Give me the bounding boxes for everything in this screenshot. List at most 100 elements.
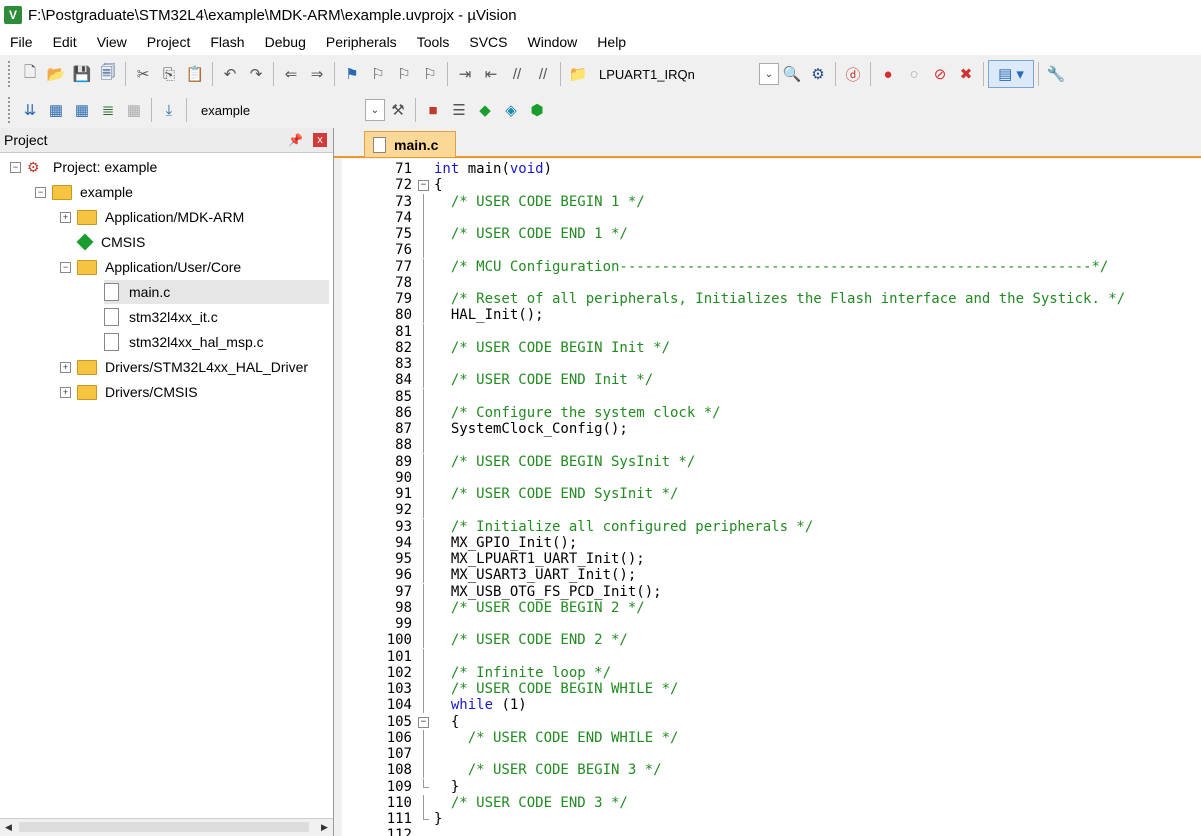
find-in-files-icon[interactable]: 📁	[565, 61, 591, 87]
bookmark-next-icon[interactable]: ⚐	[391, 61, 417, 87]
uncomment-icon[interactable]: //	[530, 61, 556, 87]
pack-installer-icon[interactable]: ⬢	[524, 97, 550, 123]
navigate-forward-icon[interactable]: ⇒	[304, 61, 330, 87]
function-combo[interactable]: LPUART1_IRQn ⌄	[593, 63, 779, 85]
manage-multi-project-icon[interactable]: ☰	[446, 97, 472, 123]
scrollbar-thumb[interactable]	[19, 822, 309, 832]
bookmark-toggle-icon[interactable]: ⚑	[339, 61, 365, 87]
stop-build-icon[interactable]: ▦	[121, 97, 147, 123]
paste-icon[interactable]: 📋	[182, 61, 208, 87]
line-number: 102	[386, 664, 412, 681]
target-combo[interactable]: example ⌄	[195, 99, 385, 121]
fold-guide	[423, 746, 424, 762]
code-token: (1)	[493, 697, 527, 714]
navigate-back-icon[interactable]: ⇐	[278, 61, 304, 87]
toolbar-grip[interactable]	[8, 97, 13, 123]
code-token: MX_USART3_UART_Init();	[434, 567, 637, 584]
select-software-packs-icon[interactable]: ◈	[498, 97, 524, 123]
copy-icon[interactable]: ⎘	[156, 61, 182, 87]
menu-flash[interactable]: Flash	[200, 30, 254, 55]
rebuild-icon[interactable]: ▦	[69, 97, 95, 123]
comment-token: /* USER CODE END 1 */	[450, 226, 628, 242]
debug-session-icon[interactable]: ⓓ	[840, 61, 866, 87]
batch-build-icon[interactable]: ≣	[95, 97, 121, 123]
collapse-icon[interactable]: −	[60, 261, 71, 273]
download-load-icon[interactable]: ⤓	[156, 97, 182, 123]
code-editor[interactable]: 71 int main(void) 72−{73 /* USER CODE BEGI…	[342, 159, 1201, 836]
collapse-icon[interactable]: −	[35, 186, 46, 198]
expand-icon[interactable]: +	[60, 361, 71, 373]
unindent-icon[interactable]: ⇤	[478, 61, 504, 87]
tree-item-file-main-c[interactable]: main.c	[104, 280, 329, 304]
tab-main-c[interactable]: main.c	[364, 131, 456, 157]
chevron-down-icon[interactable]: ⌄	[365, 99, 385, 121]
bookmark-prev-icon[interactable]: ⚐	[365, 61, 391, 87]
tree-item-group-drivers-hal[interactable]: + Drivers/STM32L4xx_HAL_Driver	[60, 355, 308, 379]
fold-guide	[423, 437, 424, 454]
manage-run-time-environment-icon[interactable]: ◆	[472, 97, 498, 123]
tree-item-group-drivers-cmsis[interactable]: + Drivers/CMSIS	[60, 380, 198, 404]
target-options-icon[interactable]: ⚒	[385, 97, 411, 123]
expand-icon[interactable]: +	[60, 386, 71, 398]
bookmark-clear-icon[interactable]: ⚐	[417, 61, 443, 87]
close-icon[interactable]: x	[313, 133, 327, 147]
cut-icon[interactable]: ✂	[130, 61, 156, 87]
breakpoint-enable-icon[interactable]: ○	[901, 61, 927, 87]
fold-guide	[423, 794, 424, 811]
tree-item-file-stm32l4xx-it-c[interactable]: stm32l4xx_it.c	[104, 305, 218, 329]
tree-item-group-application-mdk-arm[interactable]: + Application/MDK-ARM	[60, 205, 244, 229]
tree-item-label: Application/MDK-ARM	[105, 209, 245, 225]
window-layout-icon[interactable]: ▤ ▾	[988, 60, 1034, 88]
menu-debug[interactable]: Debug	[255, 30, 316, 55]
menu-svcs[interactable]: SVCS	[459, 30, 517, 55]
menu-window[interactable]: Window	[518, 30, 588, 55]
breakpoint-insert-icon[interactable]: ●	[875, 61, 901, 87]
translate-icon[interactable]: ⇊	[17, 97, 43, 123]
line-number: 100	[386, 632, 412, 649]
menu-edit[interactable]: Edit	[43, 30, 87, 55]
horizontal-scrollbar[interactable]: ◀ ▶	[0, 818, 333, 836]
find-icon[interactable]: ⚙	[805, 61, 831, 87]
build-icon[interactable]: ▦	[43, 97, 69, 123]
menu-peripherals[interactable]: Peripherals	[316, 30, 407, 55]
collapse-icon[interactable]: −	[10, 161, 21, 173]
tree-item-target-example[interactable]: − example	[35, 180, 133, 204]
redo-icon[interactable]: ↷	[243, 61, 269, 87]
fold-collapse-icon[interactable]: −	[418, 180, 429, 192]
undo-icon[interactable]: ↶	[217, 61, 243, 87]
line-number: 71	[395, 161, 412, 177]
scroll-left-icon[interactable]: ◀	[0, 819, 17, 836]
chevron-down-icon[interactable]: ⌄	[759, 63, 779, 85]
tree-item-group-application-user-core[interactable]: − Application/User/Core	[60, 255, 241, 279]
indent-icon[interactable]: ⇥	[452, 61, 478, 87]
code-token: {	[434, 713, 460, 730]
tree-item-component-cmsis[interactable]: CMSIS	[76, 230, 145, 254]
incremental-find-icon[interactable]: 🔍	[779, 61, 805, 87]
line-number: 110	[386, 794, 412, 811]
breakpoint-kill-all-icon[interactable]: ✖	[953, 61, 979, 87]
tree-item-project-example[interactable]: − ⚙ Project: example	[10, 155, 157, 179]
scroll-right-icon[interactable]: ▶	[316, 819, 333, 836]
code-token: SystemClock_Config();	[434, 421, 628, 437]
pin-icon[interactable]: 📌	[288, 133, 303, 147]
open-folder-icon[interactable]: 📂	[43, 61, 69, 87]
menu-file[interactable]: File	[0, 30, 43, 55]
menu-view[interactable]: View	[87, 30, 137, 55]
menu-help[interactable]: Help	[587, 30, 636, 55]
configure-wrench-icon[interactable]: 🔧	[1043, 61, 1069, 87]
comment-icon[interactable]: //	[504, 61, 530, 87]
menu-tools[interactable]: Tools	[407, 30, 460, 55]
new-file-icon[interactable]: 🗋	[17, 61, 43, 87]
expand-icon[interactable]: +	[60, 211, 71, 223]
line-number: 82	[395, 339, 412, 356]
save-icon[interactable]: 💾	[69, 61, 95, 87]
fold-guide	[423, 502, 424, 519]
toolbar-grip[interactable]	[8, 61, 13, 87]
save-all-icon[interactable]: 🗐	[95, 61, 121, 87]
tree-item-file-stm32l4xx-hal-msp-c[interactable]: stm32l4xx_hal_msp.c	[104, 330, 264, 354]
manage-project-items-icon[interactable]: ■	[420, 97, 446, 123]
breakpoint-disable-all-icon[interactable]: ⊘	[927, 61, 953, 87]
fold-collapse-icon[interactable]: −	[418, 716, 429, 728]
menu-project[interactable]: Project	[137, 30, 201, 55]
